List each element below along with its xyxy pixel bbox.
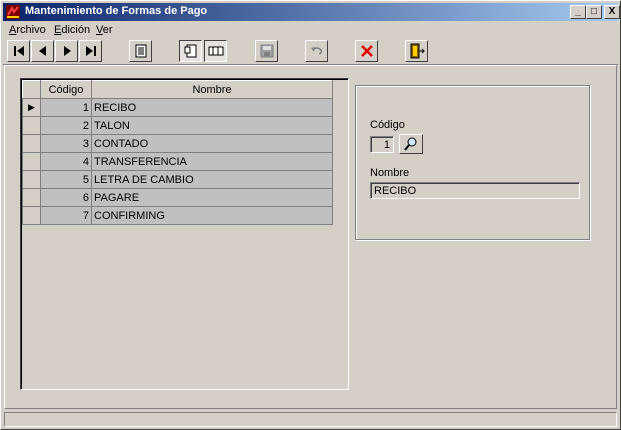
cell-code[interactable]: 2 [40,116,92,135]
previous-record-button[interactable] [31,40,54,62]
last-icon [85,46,96,56]
last-record-button[interactable] [79,40,102,62]
list-icon [135,44,146,58]
table-row[interactable]: 4 TRANSFERENCIA [22,152,333,171]
cell-code[interactable]: 6 [40,188,92,207]
save-button[interactable] [255,40,278,62]
row-indicator[interactable] [22,188,41,207]
row-indicator[interactable] [22,116,41,135]
code-field[interactable]: 1 [370,136,394,153]
cell-name[interactable]: CONFIRMING [91,206,333,225]
cell-name[interactable]: PAGARE [91,188,333,207]
row-indicator[interactable] [22,152,41,171]
menu-edicion-label: dición [61,24,91,36]
undo-icon [310,47,322,55]
menu-bar: Archivo Edición Ver [3,22,618,39]
table-row[interactable]: ▶ 1 RECIBO [22,98,333,117]
cell-name[interactable]: LETRA DE CAMBIO [91,170,333,189]
window-title: Mantenimiento de Formas de Pago [25,5,208,17]
cell-name[interactable]: TALON [91,116,333,135]
cell-code[interactable]: 4 [40,152,92,171]
exit-door-icon [410,43,425,59]
grid-icon [208,46,223,56]
column-header-code[interactable]: Código [40,80,92,99]
previous-icon [38,46,46,56]
cell-code[interactable]: 7 [40,206,92,225]
exit-button[interactable] [405,40,428,62]
delete-button[interactable] [355,40,378,62]
table-row[interactable]: 5 LETRA DE CAMBIO [22,170,333,189]
list-view-button[interactable] [129,40,152,62]
cell-code[interactable]: 5 [40,170,92,189]
row-indicator[interactable] [22,206,41,225]
menu-ver[interactable]: Ver [96,24,113,36]
code-label: Código [370,119,405,131]
row-indicator[interactable]: ▶ [22,98,41,117]
status-bar [4,412,617,427]
table-row[interactable]: 3 CONTADO [22,134,333,153]
next-record-button[interactable] [55,40,78,62]
table-row[interactable]: 7 CONFIRMING [22,206,333,225]
row-indicator[interactable] [22,170,41,189]
name-field[interactable]: RECIBO [370,182,580,199]
cell-name[interactable]: RECIBO [91,98,333,117]
form-view-button[interactable] [179,40,202,62]
form-icon [184,44,196,58]
maximize-button[interactable]: □ [586,5,602,19]
first-record-button[interactable] [7,40,30,62]
detail-panel: Código 1 Nombre RECIBO [355,85,590,240]
lookup-button[interactable] [399,134,423,154]
delete-icon [360,45,373,57]
magnifier-icon [404,137,417,151]
menu-archivo[interactable]: Archivo [9,24,46,36]
name-label: Nombre [370,167,410,179]
cell-code[interactable]: 1 [40,98,92,117]
main-window: Mantenimiento de Formas de Pago _ □ X Ar… [0,0,621,430]
menu-edicion[interactable]: Edición [54,24,90,36]
table-row[interactable]: 2 TALON [22,116,333,135]
app-icon [6,5,20,19]
title-bar[interactable]: Mantenimiento de Formas de Pago _ □ X [3,3,620,21]
menu-archivo-label: rchivo [16,24,46,36]
first-icon [13,46,24,56]
undo-button[interactable] [305,40,328,62]
next-icon [63,46,71,56]
minimize-button[interactable]: _ [570,5,586,19]
records-grid[interactable]: Código Nombre ▶ 1 RECIBO 2 TALON 3 CONTADO 4 TRA… [20,78,349,390]
grid-view-button[interactable] [204,40,227,62]
table-row[interactable]: 6 PAGARE [22,188,333,207]
save-icon [260,44,273,58]
cell-name[interactable]: TRANSFERENCIA [91,152,333,171]
cell-code[interactable]: 3 [40,134,92,153]
menu-ver-label: er [102,24,113,36]
cell-name[interactable]: CONTADO [91,134,333,153]
column-header-name[interactable]: Nombre [91,80,333,99]
grid-corner [22,80,41,99]
row-indicator[interactable] [22,134,41,153]
close-button[interactable]: X [604,5,620,19]
grid-header-row: Código Nombre [22,80,333,99]
menu-ver-mnemonic: V [96,24,103,36]
toolbar [3,39,618,65]
